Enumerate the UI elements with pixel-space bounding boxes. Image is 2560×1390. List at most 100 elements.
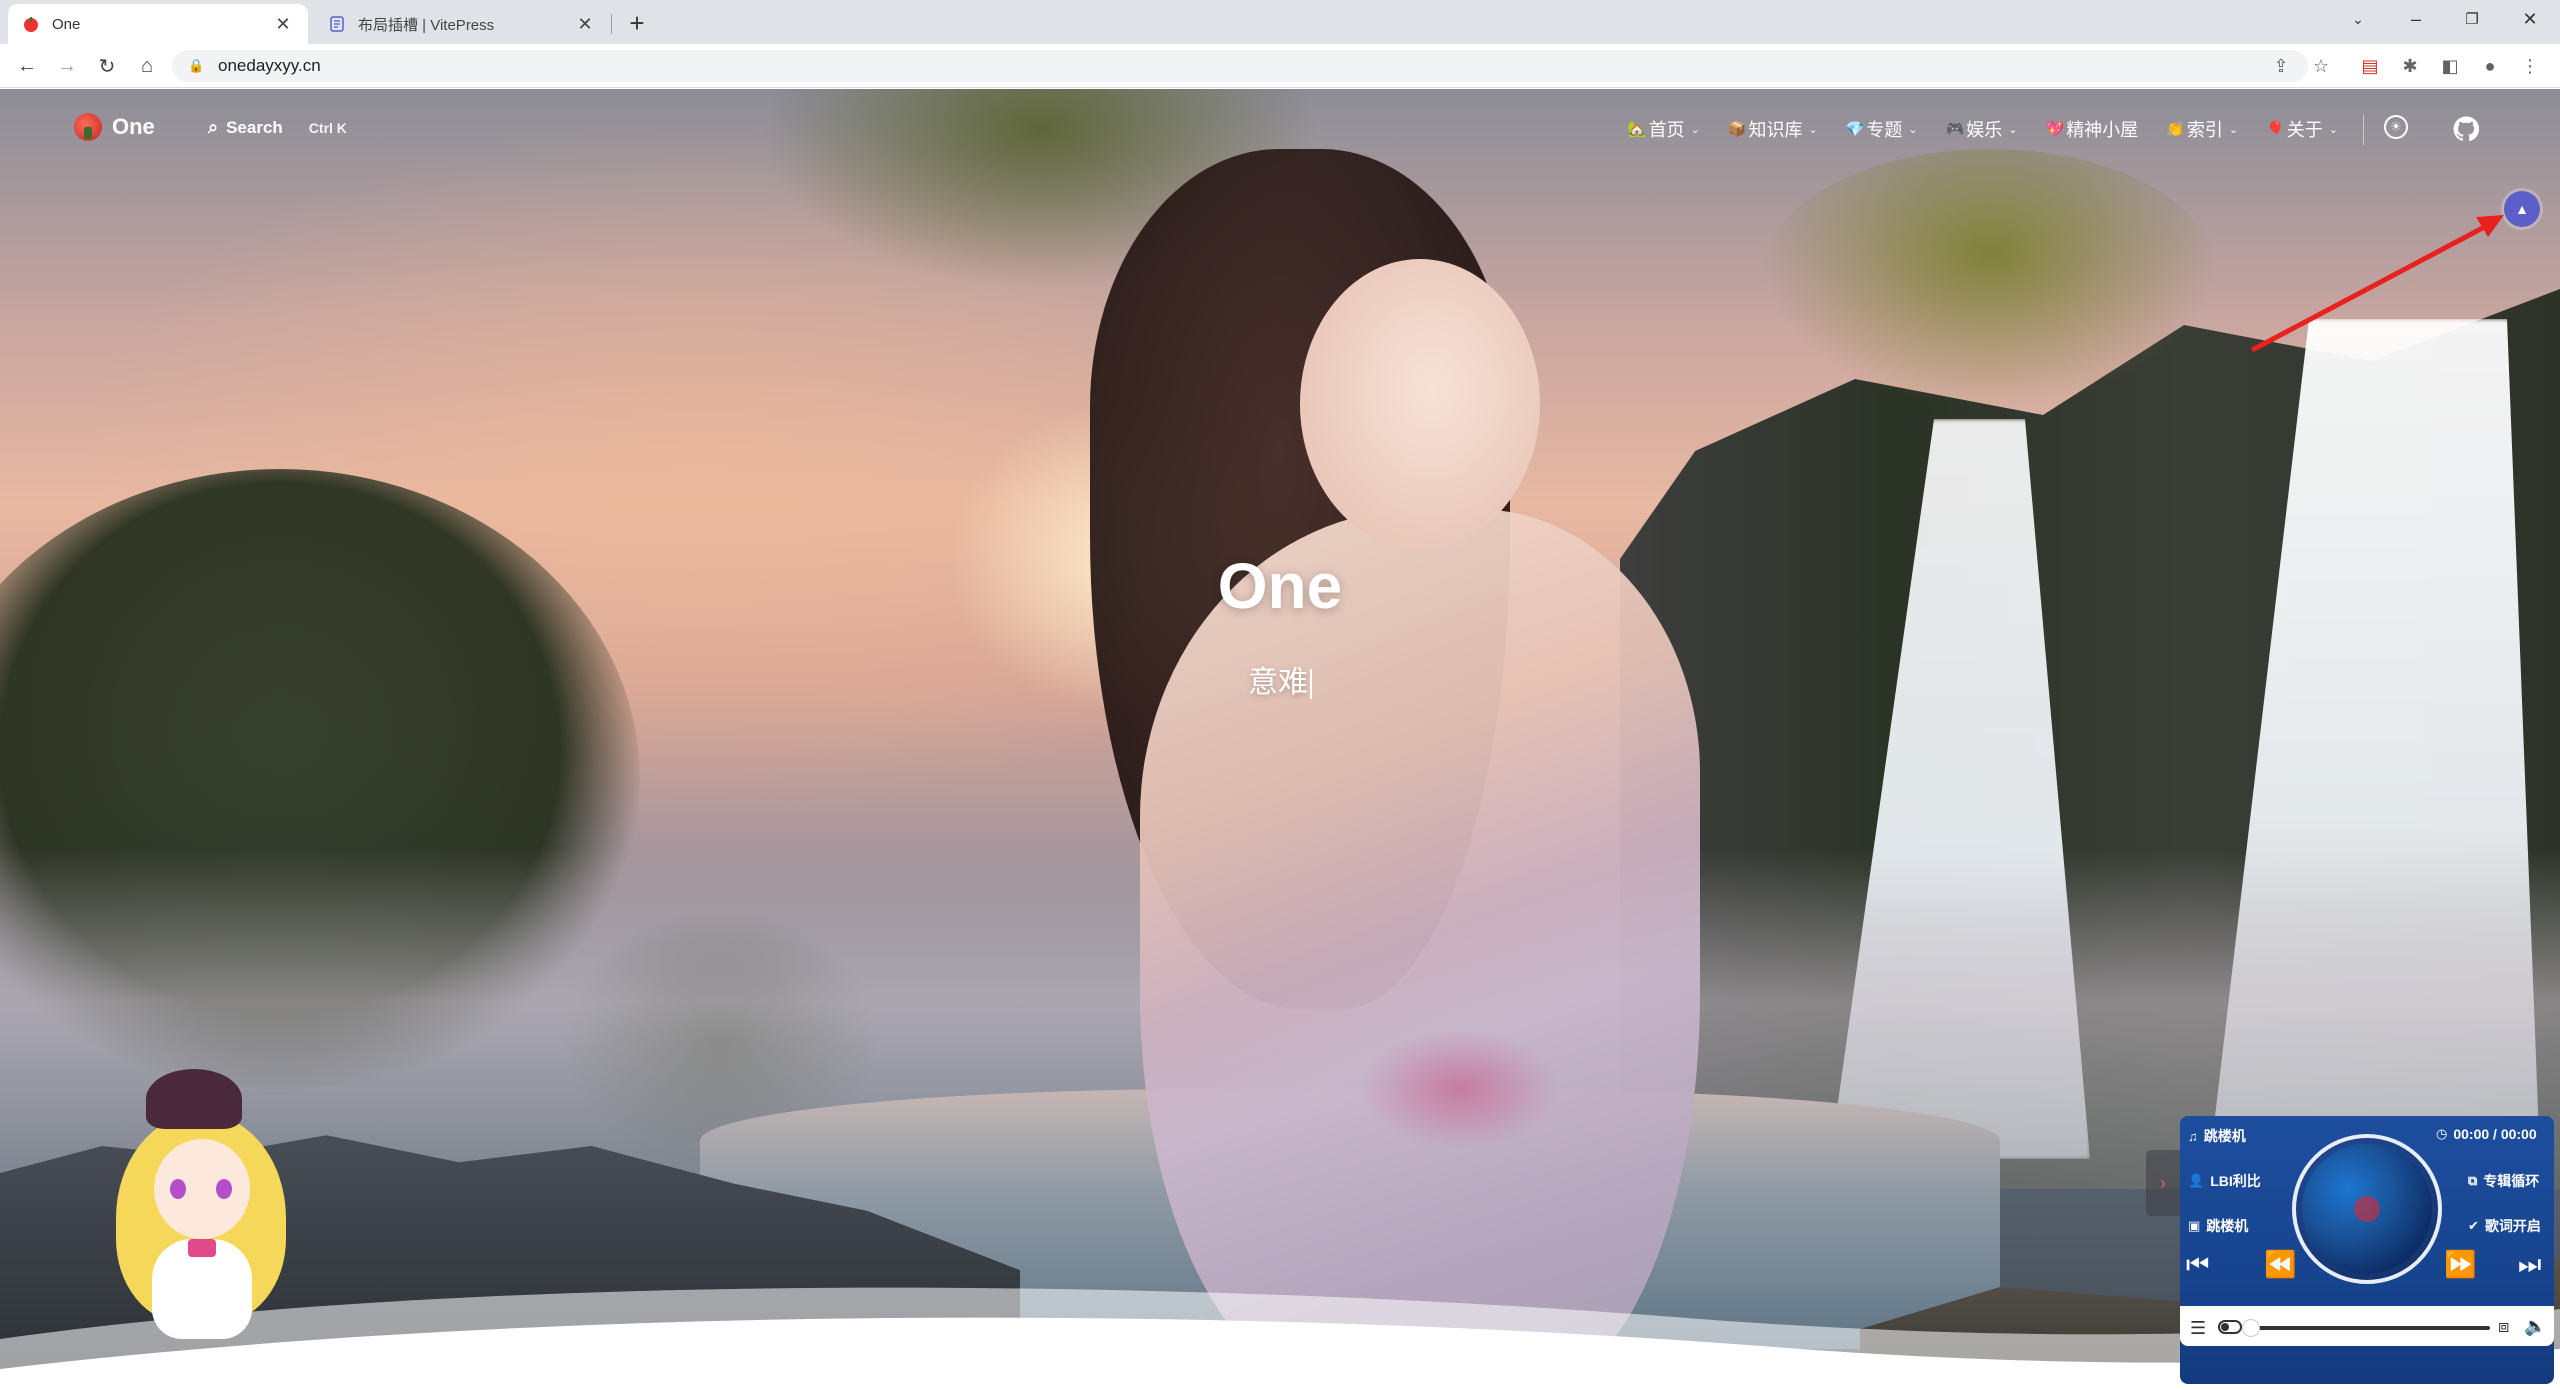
progress-knob[interactable]: [2242, 1319, 2260, 1337]
home-icon[interactable]: ⌂: [132, 51, 162, 81]
music-player: › ♫ 跳楼机 👤 LBI利比 ▣ 跳楼机 ◷ 00:00 / 00:00 ⧉ …: [2146, 1116, 2554, 1384]
menu-item-topics[interactable]: 💎 专题 ⌄: [1832, 115, 1932, 143]
menu-item-knowledge[interactable]: 📦 知识库 ⌄: [1714, 115, 1832, 143]
reload-icon[interactable]: ↻: [92, 51, 122, 81]
mode-text: 专辑循环: [2483, 1173, 2540, 1189]
progress-bar[interactable]: [2250, 1326, 2490, 1330]
mascot-eye: [170, 1179, 186, 1199]
menu-item-home[interactable]: 🏡 首页 ⌄: [1614, 115, 1714, 143]
repeat-icon: ⧉: [2468, 1173, 2478, 1188]
side-panel-icon[interactable]: ◧: [2436, 52, 2464, 80]
close-icon[interactable]: ✕: [272, 13, 294, 35]
fast-forward-icon[interactable]: ⏩: [2444, 1249, 2476, 1280]
figure-body: [1140, 509, 1700, 1389]
back-icon[interactable]: ←: [12, 51, 42, 81]
user-icon: 👤: [2188, 1173, 2205, 1188]
balloon-icon: 🎈: [2266, 121, 2285, 138]
page-viewport: One ⌕ Search Ctrl K 🏡 首页 ⌄ 📦 知识库 ⌄ 💎 专题 …: [0, 89, 2560, 1390]
album-disc: [2292, 1134, 2442, 1284]
tab-one[interactable]: One ✕: [8, 4, 308, 44]
share-icon[interactable]: ⧈: [2498, 1316, 2509, 1337]
time-text: 00:00 / 00:00: [2453, 1126, 2537, 1142]
typing-text: 意难: [1248, 666, 1308, 699]
toggle-switch[interactable]: [2218, 1320, 2242, 1334]
profile-avatar-icon[interactable]: ●: [2476, 52, 2504, 80]
music-note-icon: ♫: [2188, 1128, 2198, 1144]
figure-head: [1300, 259, 1540, 549]
playlist-icon[interactable]: ☰: [2190, 1318, 2206, 1339]
rewind-icon[interactable]: ⏪: [2264, 1249, 2296, 1280]
typing-caret: [1310, 669, 1312, 700]
player-artist: 👤 LBI利比: [2188, 1171, 2261, 1191]
scroll-to-top-button[interactable]: ▲: [2504, 191, 2540, 227]
vitepress-doc-icon: [328, 15, 346, 33]
menu-label: 娱乐: [1966, 120, 2003, 140]
player-collapse-tab[interactable]: ›: [2146, 1150, 2180, 1216]
tab-vitepress[interactable]: 布局插槽 | VitePress ✕: [314, 4, 610, 44]
search-shortcut: Ctrl K: [308, 119, 347, 136]
package-icon: 📦: [1727, 121, 1747, 138]
clock-icon: ◷: [2436, 1126, 2448, 1141]
menu-label: 专题: [1866, 120, 1903, 140]
address-bar[interactable]: 🔒 onedayxyy.cn: [172, 50, 2308, 82]
skip-next-icon[interactable]: ⏭: [2518, 1249, 2541, 1281]
hero-wave-divider: [0, 1287, 2560, 1390]
check-circle-icon: ✔: [2468, 1218, 2479, 1233]
menu-label: 知识库: [1748, 120, 1803, 140]
volume-icon[interactable]: 🔈: [2524, 1316, 2546, 1337]
vines-right: [1760, 149, 2220, 409]
rocket-icon: ▲: [2515, 201, 2529, 217]
player-time: ◷ 00:00 / 00:00: [2436, 1126, 2537, 1142]
menu-item-entertainment[interactable]: 🎮 娱乐 ⌄: [1932, 115, 2032, 143]
theme-toggle-sun-icon[interactable]: ☀: [2384, 115, 2408, 139]
window-close-icon[interactable]: ✕: [2510, 4, 2550, 34]
house-icon: 🏡: [1627, 121, 1647, 138]
search-button[interactable]: ⌕ Search Ctrl K: [208, 117, 347, 138]
album-name: 跳楼机: [2206, 1218, 2249, 1234]
song-title: 跳楼机: [2203, 1128, 2246, 1144]
site-brand[interactable]: One: [74, 113, 155, 141]
site-navbar: One ⌕ Search Ctrl K 🏡 首页 ⌄ 📦 知识库 ⌄ 💎 专题 …: [0, 89, 2560, 169]
search-icon: ⌕: [208, 117, 219, 137]
lock-icon: 🔒: [188, 58, 205, 73]
bookmark-star-icon[interactable]: ☆: [2307, 52, 2335, 80]
menu-item-index[interactable]: 👏 索引 ⌄: [2152, 115, 2252, 143]
extension-red-icon[interactable]: ▤: [2356, 52, 2384, 80]
menu-label: 首页: [1648, 120, 1685, 140]
nav-divider: [2363, 115, 2364, 145]
extensions-puzzle-icon[interactable]: ✱: [2396, 52, 2424, 80]
main-menu: 🏡 首页 ⌄ 📦 知识库 ⌄ 💎 专题 ⌄ 🎮 娱乐 ⌄ 💖 精神小屋 👏 索引…: [1614, 115, 2352, 143]
lyrics-text: 歌词开启: [2484, 1218, 2541, 1234]
player-mode[interactable]: ⧉ 专辑循环: [2468, 1171, 2539, 1191]
game-icon: 🎮: [1945, 121, 1965, 138]
player-lyrics-toggle[interactable]: ✔ 歌词开启: [2468, 1216, 2541, 1236]
menu-item-about[interactable]: 🎈 关于 ⌄: [2252, 115, 2352, 143]
brand-name: One: [112, 114, 155, 139]
close-icon[interactable]: ✕: [574, 13, 596, 35]
menu-item-spirit-hut[interactable]: 💖 精神小屋: [2032, 115, 2153, 143]
new-tab-icon[interactable]: +: [622, 8, 652, 38]
chevron-down-icon: ⌄: [1808, 123, 1818, 136]
tomato-logo-icon: [74, 113, 102, 141]
album-icon: ▣: [2188, 1218, 2201, 1233]
tab-separator: [611, 14, 612, 34]
skip-previous-icon[interactable]: ⏮: [2186, 1249, 2209, 1281]
github-icon[interactable]: [2452, 115, 2480, 143]
mascot-bow: [188, 1239, 216, 1257]
chevron-down-icon: ⌄: [2328, 123, 2338, 136]
chevron-down-icon: ⌄: [1908, 123, 1918, 136]
more-menu-icon[interactable]: ⋮: [2516, 52, 2544, 80]
clap-icon: 👏: [2166, 121, 2185, 138]
share-icon[interactable]: ⇪: [2267, 52, 2295, 80]
chevron-down-icon: ⌄: [2228, 123, 2239, 136]
player-song: ♫ 跳楼机: [2188, 1126, 2246, 1146]
hero-subtitle: 意难: [0, 657, 2560, 701]
live2d-mascot[interactable]: [96, 1069, 306, 1369]
browser-tab-bar: One ✕ 布局插槽 | VitePress ✕ + ⌄ – ❐ ✕: [0, 0, 2560, 44]
minimize-icon[interactable]: –: [2396, 4, 2436, 34]
restore-icon[interactable]: ❐: [2452, 4, 2492, 34]
menu-label: 索引: [2186, 120, 2223, 140]
forward-icon[interactable]: →: [52, 51, 82, 81]
tab-search-chevron-icon[interactable]: ⌄: [2338, 4, 2378, 34]
search-label: Search: [226, 117, 283, 137]
